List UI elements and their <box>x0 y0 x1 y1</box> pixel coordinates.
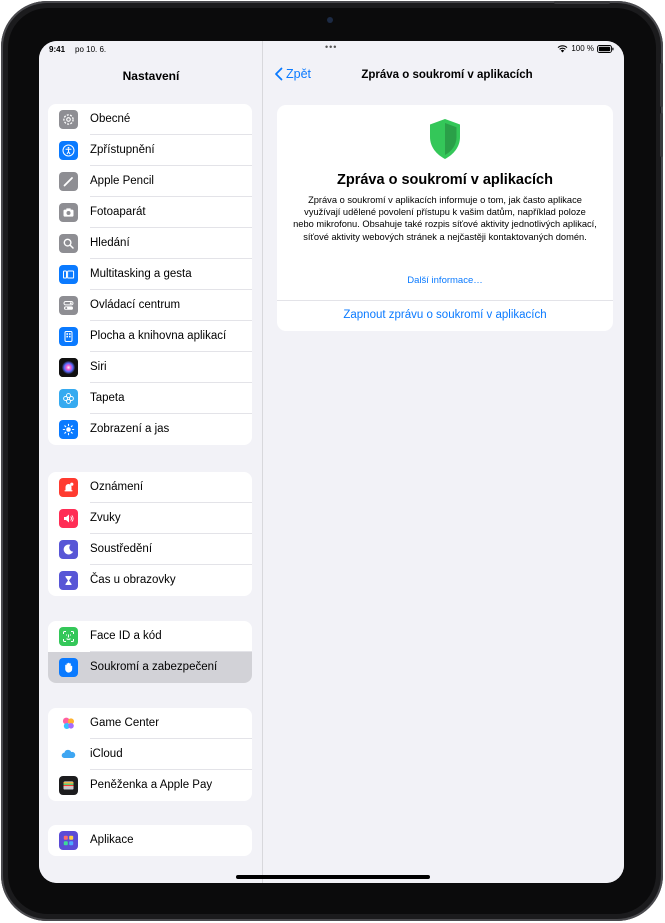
battery-icon <box>597 44 614 53</box>
face-id-icon <box>59 627 78 646</box>
multitasking-dots[interactable]: ••• <box>325 42 337 52</box>
more-info-link[interactable]: Další informace… <box>277 275 613 286</box>
shield-icon <box>430 119 460 159</box>
sidebar-item-wallet[interactable]: Peněženka a Apple Pay <box>48 770 252 801</box>
sidebar-item-label: Fotoaparát <box>90 206 146 218</box>
sidebar-item-label: Soukromí a zabezpečení <box>90 661 218 673</box>
sidebar-item-label: Zvuky <box>90 512 121 524</box>
sidebar-item-label: Obecné <box>90 113 131 125</box>
pencil-icon <box>59 172 78 191</box>
sidebar-item-apps-grid[interactable]: Aplikace <box>48 825 252 856</box>
sidebar-item-label: Ovládací centrum <box>90 299 181 311</box>
sidebar-item-label: Plocha a knihovna aplikací <box>90 330 227 342</box>
sidebar-item-label: Siri <box>90 361 107 373</box>
sidebar-item-pencil[interactable]: Apple Pencil <box>48 166 252 197</box>
sidebar-item-privacy-hand[interactable]: Soukromí a zabezpečení <box>48 652 252 683</box>
notifications-icon <box>59 478 78 497</box>
settings-group: Face ID a kód Soukromí a zabezpečení <box>48 621 252 683</box>
search-icon <box>59 234 78 253</box>
sidebar-item-accessibility[interactable]: Zpřístupnění <box>48 135 252 166</box>
privacy-report-card: Zpráva o soukromí v aplikacích Zpráva o … <box>277 105 613 331</box>
wallpaper-icon <box>59 389 78 408</box>
sidebar-item-label: Face ID a kód <box>90 630 162 642</box>
settings-group: Oznámení Zvuky Soustředění Čas u obrazovky <box>48 472 252 596</box>
sidebar-item-wallpaper[interactable]: Tapeta <box>48 383 252 414</box>
gear-icon <box>59 110 78 129</box>
icloud-icon <box>59 745 78 764</box>
sidebar-item-control-center[interactable]: Ovládací centrum <box>48 290 252 321</box>
volume-up-button <box>660 63 663 107</box>
control-center-icon <box>59 296 78 315</box>
card-description: Zpráva o soukromí v aplikacích informuje… <box>293 195 597 242</box>
sidebar-item-game-center[interactable]: Game Center <box>48 708 252 739</box>
sidebar-item-multitasking[interactable]: Multitasking a gesta <box>48 259 252 290</box>
sidebar-item-gear[interactable]: Obecné <box>48 104 252 135</box>
status-bar: 9:41 po 10. 6. ••• 100 % <box>39 41 624 57</box>
wallet-icon <box>59 776 78 795</box>
card-heading: Zpráva o soukromí v aplikacích <box>337 172 553 188</box>
volume-down-button <box>660 113 663 157</box>
sidebar-item-brightness[interactable]: Zobrazení a jas <box>48 414 252 445</box>
sidebar-item-label: Zobrazení a jas <box>90 423 170 435</box>
detail-pane: Zpět Zpráva o soukromí v aplikacích Zprá… <box>264 41 624 883</box>
sidebar-item-icloud[interactable]: iCloud <box>48 739 252 770</box>
sidebar-item-label: Multitasking a gesta <box>90 268 192 280</box>
focus-moon-icon <box>59 540 78 559</box>
apps-grid-icon <box>59 831 78 850</box>
hourglass-icon <box>59 571 78 590</box>
camera-icon <box>59 203 78 222</box>
sidebar-title: Nastavení <box>122 69 180 83</box>
sidebar-item-label: Game Center <box>90 717 160 729</box>
sidebar-item-siri[interactable]: Siri <box>48 352 252 383</box>
sidebar-item-label: Zpřístupnění <box>90 144 155 156</box>
status-right: 100 % <box>557 44 614 53</box>
top-button <box>554 1 610 4</box>
sidebar-item-label: Apple Pencil <box>90 175 154 187</box>
front-camera <box>327 17 333 23</box>
settings-sidebar: Nastavení Obecné Zpřístupnění Apple Pencil… <box>39 41 263 883</box>
settings-group: Obecné Zpřístupnění Apple Pencil Fotoaparát… <box>48 104 252 445</box>
sidebar-item-label: Hledání <box>90 237 130 249</box>
sidebar-item-label: iCloud <box>90 748 123 760</box>
page-title: Zpráva o soukromí v aplikacích <box>361 69 533 81</box>
game-center-icon <box>59 714 78 733</box>
status-date: po 10. 6. <box>75 45 107 54</box>
brightness-icon <box>59 420 78 439</box>
divider <box>277 300 613 301</box>
settings-group: Aplikace <box>48 825 252 856</box>
sidebar-item-label: Čas u obrazovky <box>90 574 176 586</box>
sidebar-item-label: Oznámení <box>90 481 144 493</box>
sidebar-item-sounds[interactable]: Zvuky <box>48 503 252 534</box>
sidebar-item-notifications[interactable]: Oznámení <box>48 472 252 503</box>
screen: Nastavení Obecné Zpřístupnění Apple Pencil… <box>39 41 624 883</box>
sidebar-item-label: Aplikace <box>90 834 134 846</box>
sidebar-item-camera[interactable]: Fotoaparát <box>48 197 252 228</box>
privacy-hand-icon <box>59 658 78 677</box>
sidebar-item-home-screen[interactable]: Plocha a knihovna aplikací <box>48 321 252 352</box>
sidebar-item-search[interactable]: Hledání <box>48 228 252 259</box>
status-time: 9:41 <box>49 45 66 54</box>
enable-privacy-report-button[interactable]: Zapnout zprávu o soukromí v aplikacích <box>277 309 613 321</box>
battery-percent: 100 % <box>571 44 594 53</box>
sounds-icon <box>59 509 78 528</box>
sidebar-item-focus-moon[interactable]: Soustředění <box>48 534 252 565</box>
settings-group: Game Center iCloud Peněženka a Apple Pay <box>48 708 252 801</box>
multitasking-icon <box>59 265 78 284</box>
sidebar-item-face-id[interactable]: Face ID a kód <box>48 621 252 652</box>
sidebar-item-hourglass[interactable]: Čas u obrazovky <box>48 565 252 596</box>
siri-icon <box>59 358 78 377</box>
accessibility-icon <box>59 141 78 160</box>
home-screen-icon <box>59 327 78 346</box>
wifi-icon <box>557 44 568 53</box>
sidebar-item-label: Tapeta <box>90 392 125 404</box>
home-indicator[interactable] <box>236 875 430 879</box>
sidebar-item-label: Soustředění <box>90 543 153 555</box>
sidebar-item-label: Peněženka a Apple Pay <box>90 779 213 791</box>
